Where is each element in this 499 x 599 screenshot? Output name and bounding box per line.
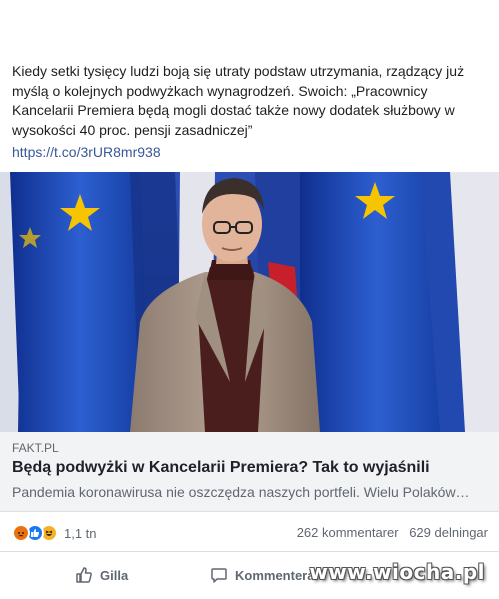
link-preview-meta[interactable]: FAKT.PL Będą podwyżki w Kancelarii Premi… — [0, 432, 499, 512]
comment-label: Kommentera — [235, 567, 315, 583]
photo-illustration — [0, 172, 499, 432]
comment-button[interactable]: Kommentera — [210, 560, 314, 590]
angry-icon — [12, 524, 30, 542]
link-title[interactable]: Będą podwyżki w Kancelarii Premiera? Tak… — [12, 458, 487, 478]
post-stats: 1,1 tn 262 kommentarer 629 delningar — [0, 512, 499, 552]
share-count[interactable]: 629 delningar — [409, 525, 488, 540]
comment-count[interactable]: 262 kommentarer — [297, 525, 399, 540]
post-text: Kiedy setki tysięcy ludzi boją się utrat… — [12, 63, 465, 138]
link-description: Pandemia koronawirusa nie oszczędza nasz… — [12, 484, 470, 500]
like-label: Gilla — [100, 567, 129, 583]
reactions-summary[interactable]: 1,1 tn — [12, 524, 97, 542]
watermark: www.wiocha.pl — [309, 560, 485, 584]
post-link[interactable]: https://t.co/3rUR8mr938 — [12, 144, 161, 160]
engagement-counts: 262 kommentarer 629 delningar — [297, 525, 488, 540]
thumbs-up-icon — [76, 567, 92, 583]
link-domain: FAKT.PL — [12, 441, 59, 455]
comment-icon — [211, 568, 227, 583]
link-preview-image[interactable] — [0, 172, 499, 432]
reaction-count: 1,1 tn — [64, 525, 97, 541]
like-button[interactable]: Gilla — [75, 560, 128, 590]
